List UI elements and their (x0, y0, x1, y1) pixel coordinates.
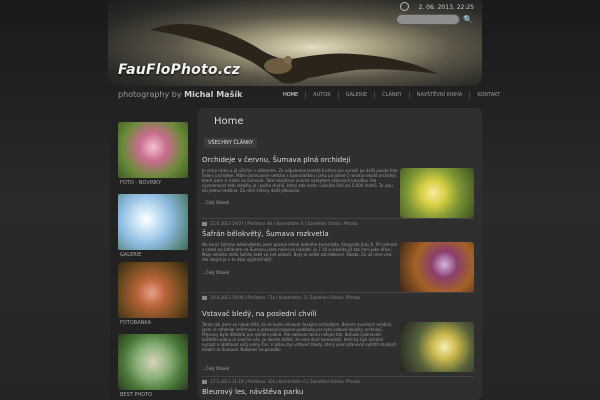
tagline: photography by Michal Mašík (118, 90, 242, 99)
article-meta: 21.6.2013 19:07 | Přečteno: 84 | Komentá… (202, 218, 474, 226)
article-image[interactable] (400, 322, 474, 372)
sidebar-thumb-best-photo[interactable] (118, 334, 188, 390)
article-excerpt: Je starý rámo a já všichni s vědomím. Ze… (202, 168, 398, 193)
article-item: Orchideje v červnu, Šumava plná orchidej… (202, 156, 478, 226)
nav-gallery[interactable]: GALERIE (337, 91, 374, 99)
current-date: 2. 06. 2013, 22:25 (418, 4, 474, 11)
article-item: Bleurový les, návštěva parku (202, 388, 478, 396)
sidebar-item-photo-news[interactable]: FOTO - NOVINKY (120, 180, 161, 186)
sidebar-item-best-photo[interactable]: BEST PHOTO (120, 392, 152, 398)
article-title[interactable]: Šafrán bělokvětý, Šumava rozkvetla (202, 230, 478, 238)
article-image[interactable] (400, 242, 474, 292)
main-navigation: HOME AUTOR GALERIE ČLÁNKY NAVŠTĚVNÍ KNIH… (276, 91, 507, 99)
nav-articles[interactable]: ČLÁNKY (374, 91, 409, 99)
nav-home[interactable]: HOME (276, 91, 305, 99)
author-name: Michal Mašík (184, 90, 243, 99)
article-title[interactable]: Vstavač bledý, na poslední chvíli (202, 310, 478, 318)
search-input[interactable] (396, 14, 460, 25)
nav-contact[interactable]: KONTAKT (469, 91, 507, 99)
article-image[interactable] (400, 168, 474, 218)
article-meta-text: 21.6.2013 19:07 | Přečteno: 84 | Komentá… (210, 221, 358, 226)
article-meta-text: 24.4.2013 10:00 | Přečteno: 71x | Koment… (210, 295, 360, 300)
sidebar-thumb-gallery[interactable] (118, 194, 188, 250)
calendar-icon (202, 380, 207, 384)
sidebar-thumb-photobank[interactable] (118, 262, 188, 318)
search-icon[interactable]: 🔍 (462, 14, 474, 26)
site-logo[interactable]: FauFloPhoto.cz (118, 62, 240, 78)
header-banner: FauFloPhoto.cz (108, 0, 482, 86)
tagline-prefix: photography by (118, 90, 182, 99)
calendar-icon (202, 296, 207, 300)
nav-guestbook[interactable]: NAVŠTĚVNÍ KNIHA (408, 91, 470, 99)
article-meta: 24.4.2013 10:00 | Přečteno: 71x | Koment… (202, 292, 474, 300)
article-item: Vstavač bledý, na poslední chvíli Tento … (202, 310, 478, 384)
sidebar-item-gallery[interactable]: GALERIE (120, 252, 141, 258)
sidebar-thumb-photo-news[interactable] (118, 122, 188, 178)
main-content: Home VŠECHNY ČLÁNKY Orchideje v červnu, … (198, 108, 482, 400)
sidebar-item-photobank[interactable]: FOTOBANKA (120, 320, 151, 326)
filter-all-articles[interactable]: VŠECHNY ČLÁNKY (204, 138, 258, 148)
read-more-link[interactable]: ...Celý článek (202, 270, 229, 275)
article-excerpt: Na konci šafránu bělokvětého jsem poznal… (202, 242, 398, 262)
article-title[interactable]: Bleurový les, návštěva parku (202, 388, 478, 396)
article-meta-text: 17.5.2013 11:19 | Přečteno: 35x | Koment… (210, 379, 360, 384)
sidebar: FOTO - NOVINKY GALERIE FOTOBANKA BEST PH… (110, 108, 196, 400)
article-meta: 17.5.2013 11:19 | Přečteno: 35x | Koment… (202, 376, 474, 384)
read-more-link[interactable]: ...Celý článek (202, 366, 229, 371)
article-title[interactable]: Orchideje v červnu, Šumava plná orchidej… (202, 156, 478, 164)
article-item: Šafrán bělokvětý, Šumava rozkvetla Na ko… (202, 230, 478, 300)
nav-author[interactable]: AUTOR (305, 91, 338, 99)
clock-icon (400, 2, 409, 11)
calendar-icon (202, 222, 207, 226)
read-more-link[interactable]: ...Celý článek (202, 200, 229, 205)
article-excerpt: Tento rok jsem se nějak těšil, že se bud… (202, 322, 397, 352)
page-title: Home (214, 116, 244, 127)
